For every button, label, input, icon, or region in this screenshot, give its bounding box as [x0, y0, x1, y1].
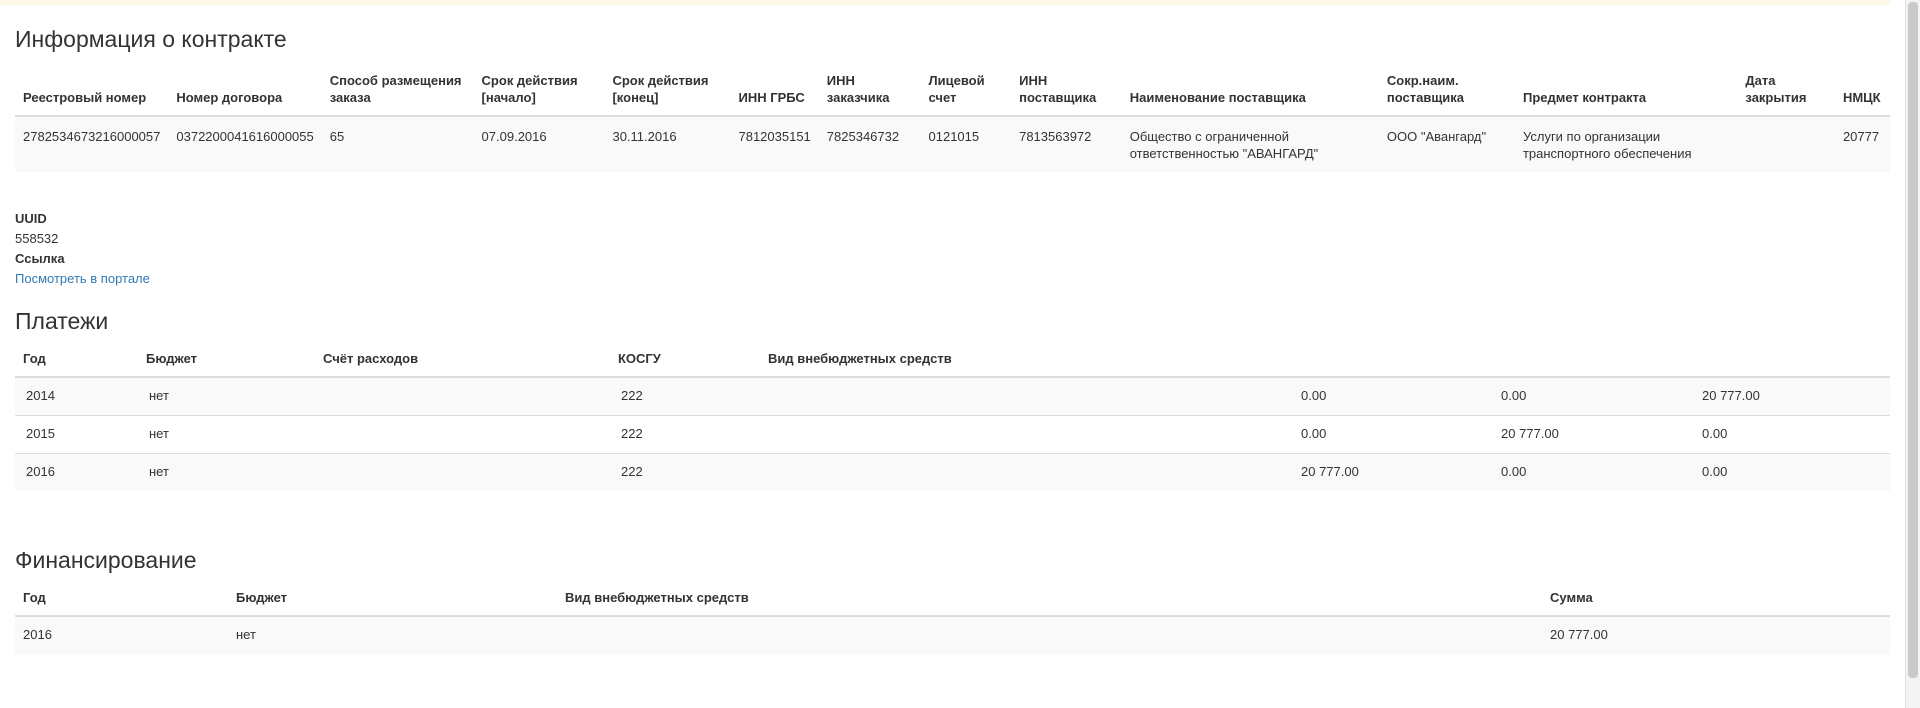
- cell-budget: нет: [228, 615, 557, 654]
- cell-account: 0121015: [920, 115, 1012, 172]
- financing-section-title: Финансирование: [15, 547, 197, 573]
- vertical-scrollbar[interactable]: [1905, 0, 1920, 708]
- cell-kosgu: 222: [610, 415, 760, 454]
- cell-kosgu: 222: [610, 453, 760, 491]
- col-order-method: Способ размещения заказа: [321, 68, 474, 117]
- col-contract-number: Номер договора: [168, 68, 322, 117]
- cell-inn-customer: 7825346732: [818, 115, 921, 172]
- col-year: Год: [15, 346, 138, 378]
- financing-header-row: Год Бюджет Вид внебюджетных средств Сумм…: [15, 585, 1890, 617]
- cell-contract-number: 0372200041616000055: [168, 115, 322, 172]
- col-expense-account: Счёт расходов: [315, 346, 610, 378]
- cell-budget: нет: [138, 415, 315, 454]
- col-offbudget-type: Вид внебюджетных средств: [760, 346, 1290, 378]
- col-year: Год: [15, 585, 228, 617]
- scrollbar-thumb[interactable]: [1908, 2, 1918, 678]
- portal-link[interactable]: Посмотреть в портале: [15, 271, 150, 286]
- cell-amount-2: 0.00: [1490, 453, 1691, 491]
- col-start-date: Срок действия [начало]: [473, 68, 605, 117]
- table-row: 2015 нет 222 0.00 20 777.00 0.00: [15, 415, 1890, 454]
- col-sum: Сумма: [1542, 585, 1890, 617]
- cell-supplier-short-name: ООО "Авангард": [1378, 115, 1515, 172]
- cell-expense-account: [315, 376, 610, 416]
- cell-offbudget-type: [760, 376, 1290, 416]
- table-row: 2016 нет 222 20 777.00 0.00 0.00: [15, 453, 1890, 491]
- financing-table: Год Бюджет Вид внебюджетных средств Сумм…: [15, 585, 1890, 654]
- cell-year: 2014: [15, 376, 138, 416]
- notice-strip: [0, 0, 1890, 5]
- table-row: 2014 нет 222 0.00 0.00 20 777.00: [15, 376, 1890, 416]
- cell-expense-account: [315, 415, 610, 454]
- cell-amount-3: 20 777.00: [1691, 376, 1890, 416]
- cell-amount-3: 0.00: [1691, 453, 1890, 491]
- col-amount-2: [1490, 346, 1691, 378]
- cell-amount-1: 0.00: [1290, 415, 1490, 454]
- cell-year: 2016: [15, 615, 228, 654]
- cell-budget: нет: [138, 453, 315, 491]
- cell-budget: нет: [138, 376, 315, 416]
- col-amount-1: [1290, 346, 1490, 378]
- cell-sum: 20 777.00: [1542, 615, 1890, 654]
- col-offbudget-type: Вид внебюджетных средств: [557, 585, 1542, 617]
- cell-subject: Услуги по организации транспортного обес…: [1514, 115, 1738, 172]
- col-inn-supplier: ИНН поставщика: [1011, 68, 1122, 117]
- payments-header-row: Год Бюджет Счёт расходов КОСГУ Вид внебю…: [15, 346, 1890, 378]
- cell-year: 2015: [15, 415, 138, 454]
- cell-close-date: [1737, 115, 1835, 172]
- cell-amount-1: 20 777.00: [1290, 453, 1490, 491]
- col-close-date: Дата закрытия: [1737, 68, 1835, 117]
- cell-offbudget-type: [557, 615, 1542, 654]
- cell-offbudget-type: [760, 453, 1290, 491]
- cell-kosgu: 222: [610, 376, 760, 416]
- col-budget: Бюджет: [228, 585, 557, 617]
- link-label: Ссылка: [15, 251, 65, 266]
- col-nmck: НМЦК: [1834, 68, 1890, 117]
- cell-order-method: 65: [321, 115, 474, 172]
- payments-section-title: Платежи: [15, 308, 109, 334]
- col-account: Лицевой счет: [920, 68, 1012, 117]
- cell-amount-1: 0.00: [1290, 376, 1490, 416]
- col-supplier-name: Наименование поставщика: [1121, 68, 1379, 117]
- cell-registry-number: 2782534673216000057: [15, 115, 169, 172]
- cell-expense-account: [315, 453, 610, 491]
- col-subject: Предмет контракта: [1514, 68, 1738, 117]
- table-row: 2782534673216000057 0372200041616000055 …: [15, 115, 1890, 172]
- col-end-date: Срок действия [конец]: [604, 68, 731, 117]
- cell-amount-3: 0.00: [1691, 415, 1890, 454]
- col-inn-grbs: ИНН ГРБС: [730, 68, 819, 117]
- cell-amount-2: 0.00: [1490, 376, 1691, 416]
- contract-meta: UUID 558532 Ссылка Посмотреть в портале: [15, 209, 150, 289]
- uuid-value: 558532: [15, 231, 59, 246]
- cell-start-date: 07.09.2016: [473, 115, 605, 172]
- col-registry-number: Реестровый номер: [15, 68, 169, 117]
- cell-end-date: 30.11.2016: [604, 115, 731, 172]
- cell-amount-2: 20 777.00: [1490, 415, 1691, 454]
- contract-table: Реестровый номер Номер договора Способ р…: [15, 68, 1890, 172]
- cell-nmck: 20777: [1834, 115, 1890, 172]
- table-row: 2016 нет 20 777.00: [15, 615, 1890, 654]
- cell-inn-supplier: 7813563972: [1011, 115, 1122, 172]
- cell-supplier-name: Общество с ограниченной ответственностью…: [1121, 115, 1379, 172]
- cell-inn-grbs: 7812035151: [730, 115, 819, 172]
- col-kosgu: КОСГУ: [610, 346, 760, 378]
- col-inn-customer: ИНН заказчика: [818, 68, 921, 117]
- contract-section-title: Информация о контракте: [15, 26, 287, 52]
- uuid-label: UUID: [15, 211, 47, 226]
- cell-offbudget-type: [760, 415, 1290, 454]
- col-amount-3: [1691, 346, 1890, 378]
- contract-header-row: Реестровый номер Номер договора Способ р…: [15, 68, 1890, 117]
- col-supplier-short-name: Сокр.наим. поставщика: [1378, 68, 1515, 117]
- payments-table: Год Бюджет Счёт расходов КОСГУ Вид внебю…: [15, 346, 1890, 491]
- cell-year: 2016: [15, 453, 138, 491]
- col-budget: Бюджет: [138, 346, 315, 378]
